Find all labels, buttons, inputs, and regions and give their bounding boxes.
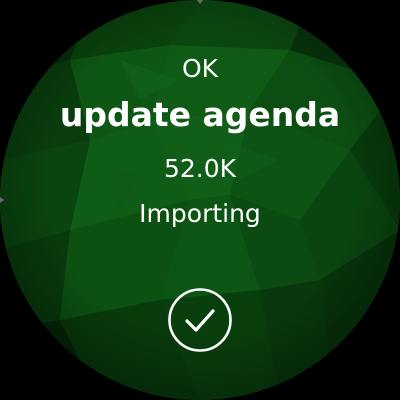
- status-label: OK: [181, 54, 219, 83]
- scroll-indicator-left: [0, 197, 4, 203]
- confirm-button[interactable]: [167, 287, 233, 353]
- watch-screen: OK update agenda 52.0K Importing: [0, 0, 400, 400]
- checkmark-icon: [168, 288, 232, 352]
- progress-status: Importing: [139, 199, 261, 228]
- scroll-indicator-top: [197, 0, 203, 4]
- item-count: 52.0K: [163, 154, 237, 183]
- task-title: update agenda: [59, 95, 341, 134]
